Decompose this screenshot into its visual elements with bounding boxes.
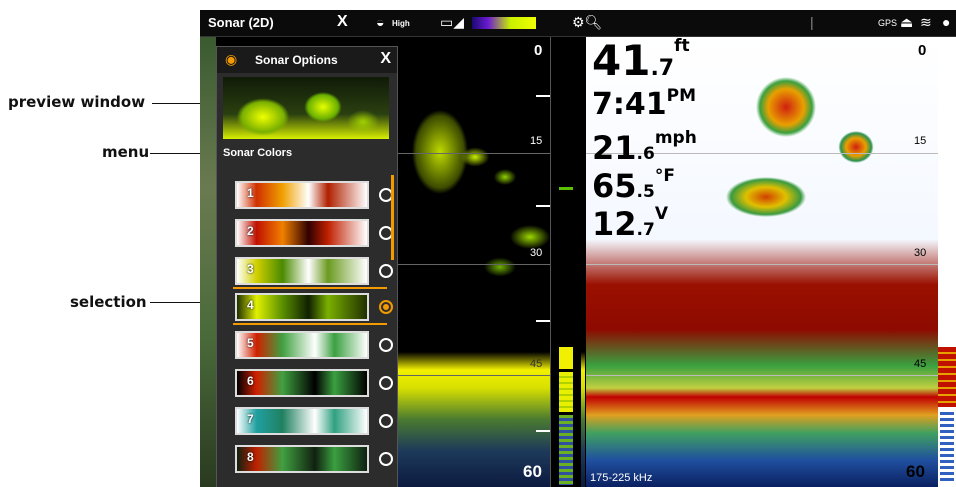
right-depth-label: 15 [914,135,927,147]
depth-readout: 41.7ft [592,36,690,85]
close-icon[interactable]: X [337,13,348,31]
time-readout: 7:41PM [592,86,697,122]
color-option-6[interactable]: 6 [235,369,369,397]
selection-highlight-bottom [233,323,387,325]
strip-mark [559,415,573,485]
strip-mark [559,347,573,369]
depth-tick [536,430,550,432]
color-option-3[interactable]: 3 [235,257,369,285]
zoom-search-icon[interactable]: ⚙🔍︎ [572,14,602,31]
depth-gridline [396,153,550,154]
depth-gridline [396,264,550,265]
color-option-7[interactable]: 7 [235,407,369,435]
waves-icon: ≋ [920,14,932,30]
voltage-readout: 12.7V [592,204,668,243]
color-option-8[interactable]: 8 [235,445,369,473]
power-label: High [392,19,410,28]
radio-option-3[interactable] [379,264,393,278]
zoom-strip [550,37,581,487]
radio-option-4-selected[interactable] [379,300,393,314]
left-depth-label: 45 [530,358,543,370]
selection-highlight-top [233,287,387,289]
callout-preview-window: preview window [8,93,146,111]
callout-selection: selection [70,293,147,311]
right-zoom-strip [938,37,956,487]
right-depth-label: 0 [918,42,927,59]
palette-icon [472,17,536,29]
gps-icon: GPS [878,18,898,28]
depth-gridline [586,264,938,265]
preview-window [223,77,389,139]
divider: | [810,14,814,30]
transducer-icon: ◒ [376,14,385,30]
radar-icon: ⏏ [900,14,914,30]
color-option-1[interactable]: 1 [235,181,369,209]
chart-sliver [200,37,216,487]
left-depth-label: 15 [530,135,543,147]
right-depth-label: 30 [914,247,927,259]
strip-mark [559,372,573,412]
battery-signal-icon: ▭◢ [440,14,464,30]
view-title[interactable]: Sonar (2D) [208,15,274,30]
depth-gridline [586,375,938,376]
left-depth-label: 60 [523,462,542,481]
right-depth-label: 60 [906,462,925,481]
strip-mark [940,412,954,482]
depth-tick [536,95,550,97]
menu-scrollbar[interactable] [391,175,394,260]
sonar-options-menu: ◉ Sonar Options X Sonar Colors 1 2 3 4 5… [216,46,398,487]
radio-option-8[interactable] [379,452,393,466]
status-bar: Sonar (2D) X ◒ High ▭◢ ⚙🔍︎ | GPS ⏏ ≋ ● [200,10,956,37]
speed-readout: 21.6mph [592,128,697,167]
callout-menu: menu [102,143,150,161]
strip-mark [938,347,956,407]
right-depth-label: 45 [914,358,927,370]
sonar-colors-heading: Sonar Colors [223,147,293,159]
sonar-screen: Sonar (2D) X ◒ High ▭◢ ⚙🔍︎ | GPS ⏏ ≋ ● 0… [200,10,956,487]
left-depth-label: 0 [534,42,543,59]
menu-title: Sonar Options [255,53,338,67]
close-icon[interactable]: X [380,50,391,68]
water-temp-readout: 65.5°F [592,166,675,205]
depth-tick [536,205,550,207]
settings-icon[interactable]: ● [942,14,950,30]
color-option-2[interactable]: 2 [235,219,369,247]
eye-icon: ◉ [225,51,238,67]
left-depth-label: 30 [530,247,543,259]
color-option-5[interactable]: 5 [235,331,369,359]
radio-option-5[interactable] [379,338,393,352]
strip-mark [559,187,573,190]
radio-option-6[interactable] [379,376,393,390]
frequency-label: 175-225 kHz [590,472,653,484]
menu-header: ◉ Sonar Options X [217,47,397,73]
depth-gridline [396,375,550,376]
radio-option-7[interactable] [379,414,393,428]
color-option-4[interactable]: 4 [235,293,369,321]
depth-tick [536,320,550,322]
